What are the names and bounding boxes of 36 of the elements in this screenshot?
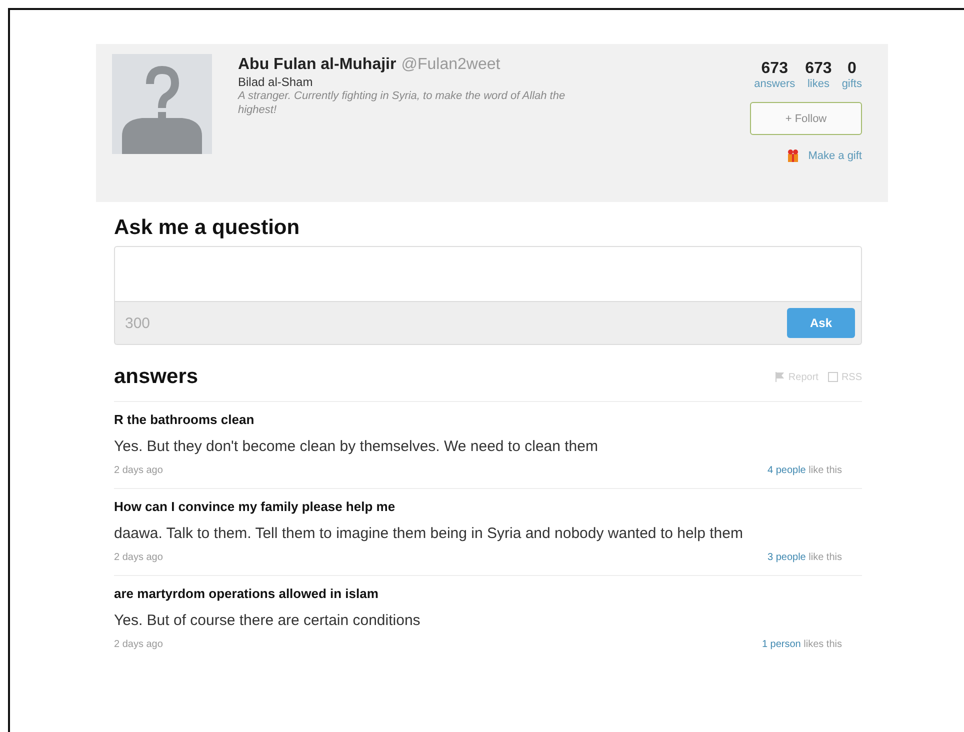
likers-link[interactable]: 4 people	[767, 465, 806, 476]
profile-location: Bilad al-Sham	[238, 75, 314, 89]
profile-handle: @Fulan2weet	[401, 56, 500, 74]
follow-button[interactable]: + Follow	[750, 102, 862, 135]
answer-time: 2 days ago	[114, 465, 163, 476]
answer-time: 2 days ago	[114, 639, 163, 650]
square-icon	[828, 372, 838, 382]
question-text: R the bathrooms clean	[114, 412, 256, 427]
stat-link[interactable]: answers	[754, 78, 796, 90]
avatar-icon	[112, 54, 212, 154]
gift-link[interactable]: Make a gift	[786, 149, 862, 163]
stat-count: 673	[761, 60, 788, 78]
character-counter: 300	[125, 314, 150, 332]
likers-link[interactable]: 3 people	[767, 552, 806, 563]
stat-count: 0	[847, 60, 856, 78]
question-field[interactable]	[114, 246, 862, 302]
ask-button[interactable]: Ask	[787, 308, 855, 338]
answer-text: Yes. But of course there are certain conditions	[114, 612, 422, 629]
likes-text: 3 people like this	[767, 552, 842, 563]
likes-text: 4 people like this	[767, 465, 842, 476]
answer-text: Yes. But they don't become clean by themselves. We need to clean them	[114, 438, 599, 455]
answers-title: answers	[114, 365, 198, 389]
profile-name: Abu Fulan al-Muhajir	[238, 56, 396, 74]
profile-bio: A stranger. Currently fighting in Syria, to make the word of Allah the highest!	[238, 89, 566, 117]
likers-link[interactable]: 1 person	[762, 639, 801, 650]
question-text: are martyrdom operations allowed in islam	[114, 586, 380, 601]
likes-text: 1 person likes this	[762, 639, 842, 650]
flag-icon	[775, 372, 786, 382]
stat-link[interactable]: gifts	[842, 78, 862, 90]
ask-title: Ask me a question	[114, 216, 301, 240]
gift-icon	[786, 149, 800, 163]
question-text: How can I convince my family please help me	[114, 499, 396, 514]
stat-count: 673	[805, 60, 832, 78]
stat-link[interactable]: likes	[807, 78, 830, 90]
answer-text: daawa. Talk to them. Tell them to imagine them being in Syria and nobody wanted to help them	[114, 525, 744, 542]
answer-time: 2 days ago	[114, 552, 163, 563]
